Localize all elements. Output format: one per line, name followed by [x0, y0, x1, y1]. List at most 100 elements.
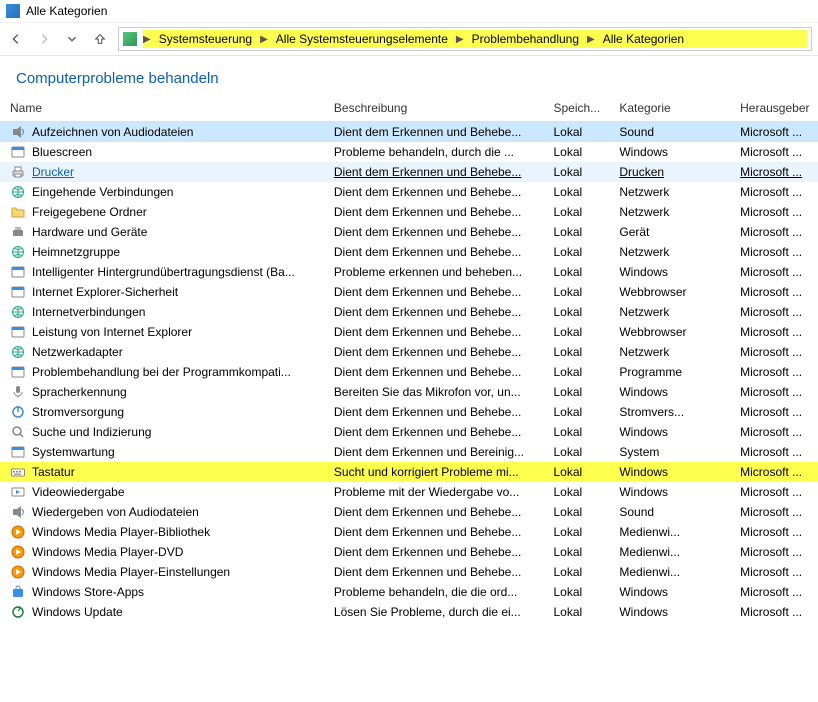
table-row[interactable]: Internet Explorer-SicherheitDient dem Er…: [0, 282, 818, 302]
row-name[interactable]: Windows Media Player-Einstellungen: [32, 565, 230, 579]
table-row[interactable]: Windows Media Player-EinstellungenDient …: [0, 562, 818, 582]
nav-up-button[interactable]: [90, 29, 110, 49]
row-desc: Lösen Sie Probleme, durch die ei...: [334, 605, 521, 619]
table-row[interactable]: Leistung von Internet ExplorerDient dem …: [0, 322, 818, 342]
row-location: Lokal: [553, 425, 582, 439]
chevron-right-icon[interactable]: ▶: [585, 34, 597, 45]
nic-icon: [10, 344, 26, 360]
video-icon: [10, 484, 26, 500]
row-name[interactable]: Wiedergeben von Audiodateien: [32, 505, 199, 519]
recent-locations-button[interactable]: [62, 29, 82, 49]
row-name[interactable]: Tastatur: [32, 465, 75, 479]
table-row[interactable]: Intelligenter Hintergrundübertragungsdie…: [0, 262, 818, 282]
printer-icon: [10, 164, 26, 180]
row-name[interactable]: Problembehandlung bei der Programmkompat…: [32, 365, 291, 379]
row-location: Lokal: [553, 125, 582, 139]
table-row[interactable]: NetzwerkadapterDient dem Erkennen und Be…: [0, 342, 818, 362]
row-publisher: Microsoft ...: [740, 385, 802, 399]
net-in-icon: [10, 184, 26, 200]
window-title: Alle Kategorien: [26, 4, 107, 18]
col-header-pub[interactable]: Herausgeber: [730, 95, 818, 122]
row-publisher: Microsoft ...: [740, 185, 802, 199]
row-publisher: Microsoft ...: [740, 205, 802, 219]
col-header-cat[interactable]: Kategorie: [609, 95, 730, 122]
row-name[interactable]: Windows Media Player-DVD: [32, 545, 183, 559]
row-publisher: Microsoft ...: [740, 165, 802, 179]
row-name[interactable]: Leistung von Internet Explorer: [32, 325, 192, 339]
col-header-desc[interactable]: Beschreibung: [324, 95, 544, 122]
row-desc: Dient dem Erkennen und Behebe...: [334, 205, 521, 219]
row-publisher: Microsoft ...: [740, 245, 802, 259]
table-row[interactable]: TastaturSucht und korrigiert Probleme mi…: [0, 462, 818, 482]
row-publisher: Microsoft ...: [740, 405, 802, 419]
col-header-loc[interactable]: Speich...: [543, 95, 609, 122]
row-name[interactable]: Internet Explorer-Sicherheit: [32, 285, 178, 299]
row-name[interactable]: Heimnetzgruppe: [32, 245, 120, 259]
table-row[interactable]: SystemwartungDient dem Erkennen und Bere…: [0, 442, 818, 462]
breadcrumb-item[interactable]: Alle Systemsteuerungselemente: [272, 30, 452, 48]
table-row[interactable]: VideowiedergabeProbleme mit der Wiederga…: [0, 482, 818, 502]
row-name[interactable]: Freigegebene Ordner: [32, 205, 147, 219]
row-name[interactable]: Windows Update: [32, 605, 123, 619]
bits-icon: [10, 264, 26, 280]
row-name[interactable]: Systemwartung: [32, 445, 115, 459]
breadcrumb-item[interactable]: Systemsteuerung: [155, 30, 256, 48]
table-row[interactable]: BluescreenProbleme behandeln, durch die …: [0, 142, 818, 162]
audio-rec-icon: [10, 124, 26, 140]
row-category: Medienwi...: [619, 565, 680, 579]
table-row[interactable]: DruckerDient dem Erkennen und Behebe...L…: [0, 162, 818, 182]
troubleshooter-table: Name Beschreibung Speich... Kategorie He…: [0, 95, 818, 622]
row-name[interactable]: Windows Media Player-Bibliothek: [32, 525, 210, 539]
breadcrumb-item[interactable]: Alle Kategorien: [599, 30, 688, 48]
table-row[interactable]: Hardware und Geräte Dient dem Erkennen un…: [0, 222, 818, 242]
chevron-right-icon[interactable]: ▶: [258, 34, 270, 45]
row-name[interactable]: Stromversorgung: [32, 405, 124, 419]
table-row[interactable]: Windows Media Player-BibliothekDient dem…: [0, 522, 818, 542]
table-row[interactable]: Freigegebene Ordner Dient dem Erkennen un…: [0, 202, 818, 222]
breadcrumb-item[interactable]: Problembehandlung: [468, 30, 583, 48]
table-row[interactable]: HeimnetzgruppeDient dem Erkennen und Beh…: [0, 242, 818, 262]
row-name[interactable]: Windows Store-Apps: [32, 585, 144, 599]
table-row[interactable]: InternetverbindungenDient dem Erkennen u…: [0, 302, 818, 322]
row-name[interactable]: Netzwerkadapter: [32, 345, 123, 359]
row-publisher: Microsoft ...: [740, 325, 802, 339]
table-row[interactable]: Suche und IndizierungDient dem Erkennen …: [0, 422, 818, 442]
table-row[interactable]: Windows Store-AppsProbleme behandeln, di…: [0, 582, 818, 602]
row-name[interactable]: Aufzeichnen von Audiodateien: [32, 125, 193, 139]
row-location: Lokal: [553, 405, 582, 419]
row-name[interactable]: Intelligenter Hintergrundübertragungsdie…: [32, 265, 295, 279]
row-name[interactable]: Bluescreen: [32, 145, 92, 159]
table-row[interactable]: SpracherkennungBereiten Sie das Mikrofon…: [0, 382, 818, 402]
nav-forward-button[interactable]: [34, 29, 54, 49]
row-publisher: Microsoft ...: [740, 545, 802, 559]
row-name[interactable]: Videowiedergabe: [32, 485, 125, 499]
row-location: Lokal: [553, 265, 582, 279]
table-row[interactable]: Windows Update Lösen Sie Probleme, durch …: [0, 602, 818, 622]
chevron-right-icon[interactable]: ▶: [454, 34, 466, 45]
row-name[interactable]: Spracherkennung: [32, 385, 127, 399]
row-location: Lokal: [553, 205, 582, 219]
table-row[interactable]: StromversorgungDient dem Erkennen und Be…: [0, 402, 818, 422]
mic-icon: [10, 384, 26, 400]
row-name[interactable]: Internetverbindungen: [32, 305, 145, 319]
row-name[interactable]: Suche und Indizierung: [32, 425, 151, 439]
row-name[interactable]: Eingehende Verbindungen: [32, 185, 173, 199]
page-title: Computerprobleme behandeln: [0, 56, 818, 95]
row-category: Windows: [619, 145, 668, 159]
row-publisher: Microsoft ...: [740, 285, 802, 299]
address-bar[interactable]: ▶ Systemsteuerung ▶ Alle Systemsteuerung…: [118, 27, 812, 51]
table-row[interactable]: Windows Media Player-DVDDient dem Erkenn…: [0, 542, 818, 562]
row-name[interactable]: Drucker: [32, 165, 74, 179]
table-row[interactable]: Problembehandlung bei der Programmkompat…: [0, 362, 818, 382]
row-publisher: Microsoft ...: [740, 305, 802, 319]
table-row[interactable]: Wiedergeben von AudiodateienDient dem Er…: [0, 502, 818, 522]
row-name[interactable]: Hardware und Geräte: [32, 225, 147, 239]
row-location: Lokal: [553, 505, 582, 519]
col-header-name[interactable]: Name: [0, 95, 324, 122]
nav-back-button[interactable]: [6, 29, 26, 49]
row-desc: Dient dem Erkennen und Behebe...: [334, 365, 521, 379]
chevron-right-icon[interactable]: ▶: [141, 34, 153, 45]
table-row[interactable]: Eingehende VerbindungenDient dem Erkenne…: [0, 182, 818, 202]
table-row[interactable]: Aufzeichnen von AudiodateienDient dem Er…: [0, 122, 818, 143]
row-desc: Dient dem Erkennen und Behebe...: [334, 225, 521, 239]
